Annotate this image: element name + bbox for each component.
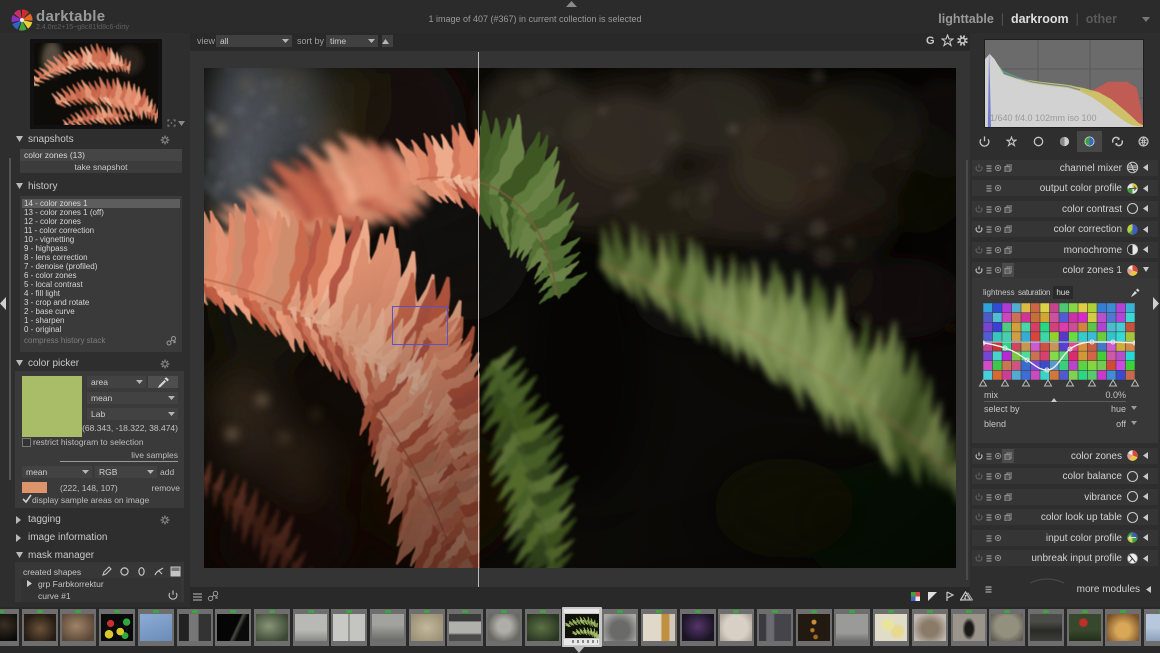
svg-text:1/640 f/4.0 102mm iso 100: 1/640 f/4.0 102mm iso 100 — [990, 113, 1097, 123]
